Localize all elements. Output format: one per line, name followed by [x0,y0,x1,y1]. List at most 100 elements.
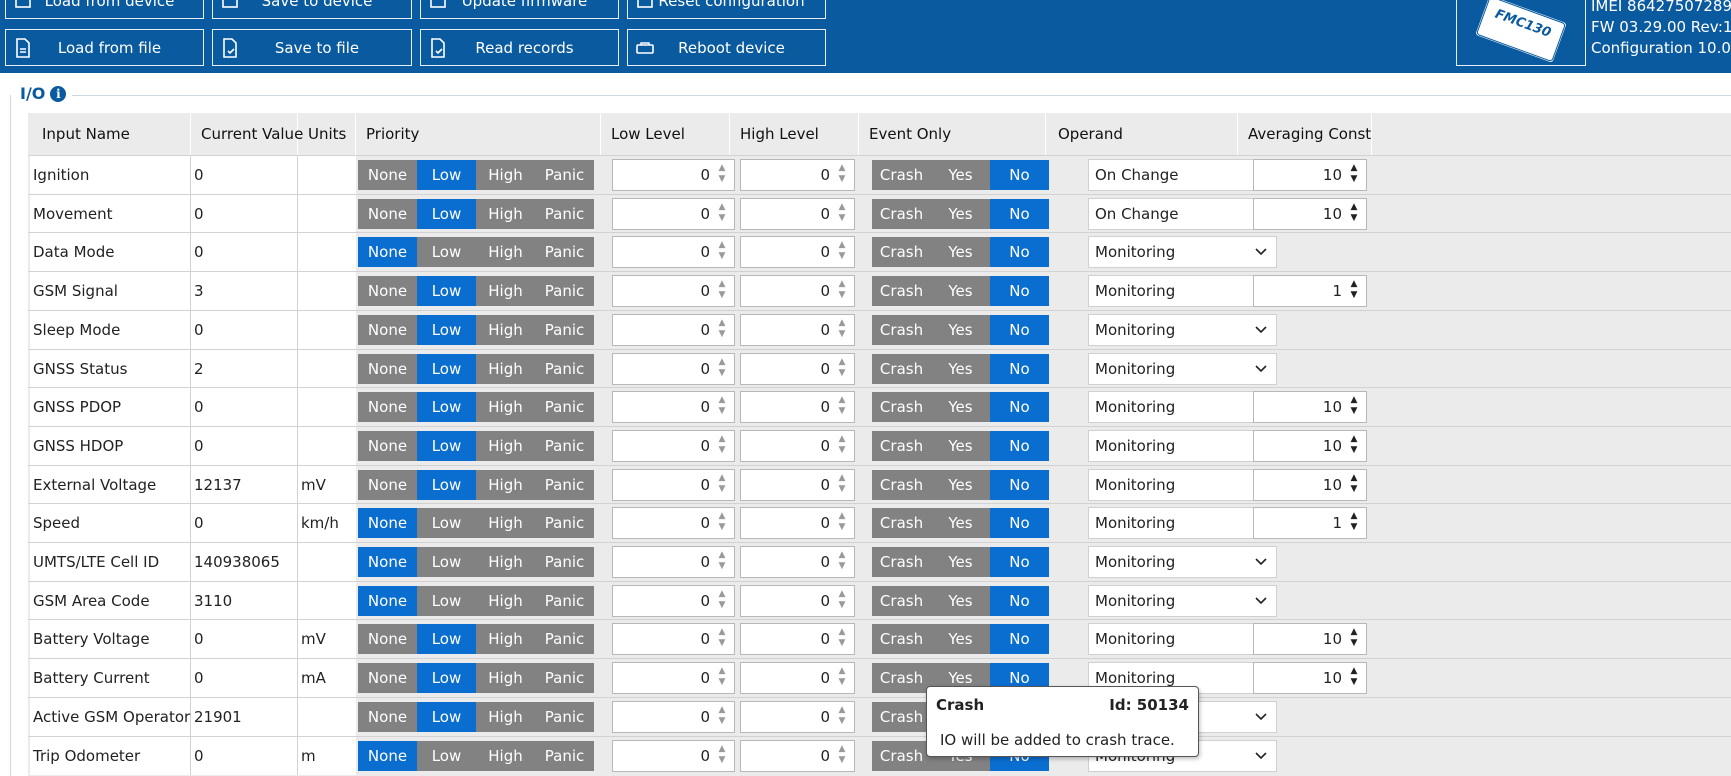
spinner-icon[interactable]: ▲ ▼ [716,357,728,381]
priority-none-button[interactable]: None [358,353,417,384]
spinner-icon[interactable]: ▲ ▼ [716,279,728,303]
event-no-button[interactable]: No [990,198,1049,229]
operand-select[interactable]: Monitoring [1088,275,1277,308]
spinner-icon[interactable]: ▲ ▼ [1348,473,1360,497]
priority-high-button[interactable]: High [476,663,535,694]
low-level-input[interactable]: 0 ▲ ▼ [612,468,735,501]
low-level-input[interactable]: 0 ▲ ▼ [612,236,735,269]
priority-panic-button[interactable]: Panic [535,430,594,461]
col-input-name[interactable]: Input Name [28,113,191,155]
spinner-icon[interactable]: ▲ ▼ [716,627,728,651]
low-level-input[interactable]: 0 ▲ ▼ [612,584,735,617]
priority-none-button[interactable]: None [358,314,417,345]
event-crash-button[interactable]: Crash [872,160,931,190]
event-crash-button[interactable]: Crash [872,314,931,345]
priority-none-button[interactable]: None [358,547,417,577]
reset-configuration-button[interactable]: Reset configuration [627,0,826,19]
priority-none-button[interactable]: None [358,585,417,616]
event-crash-button[interactable]: Crash [872,701,931,732]
low-level-input[interactable]: 0 ▲ ▼ [612,159,735,191]
spinner-icon[interactable]: ▲ ▼ [836,163,848,187]
operand-select[interactable]: Monitoring [1088,236,1277,269]
load-from-file-button[interactable]: Load from file [5,29,204,66]
spinner-icon[interactable]: ▲ ▼ [716,434,728,458]
priority-low-button[interactable]: Low [417,508,476,539]
operand-select[interactable]: On Change [1088,197,1277,230]
spinner-icon[interactable]: ▲ ▼ [836,318,848,342]
event-yes-button[interactable]: Yes [931,508,990,539]
event-no-button[interactable]: No [990,547,1049,577]
priority-none-button[interactable]: None [358,508,417,539]
priority-high-button[interactable]: High [476,701,535,732]
low-level-input[interactable]: 0 ▲ ▼ [612,662,735,695]
high-level-input[interactable]: 0 ▲ ▼ [740,584,855,617]
event-yes-button[interactable]: Yes [931,198,990,229]
event-yes-button[interactable]: Yes [931,237,990,268]
low-level-input[interactable]: 0 ▲ ▼ [612,197,735,230]
read-records-button[interactable]: Read records [420,29,619,66]
event-yes-button[interactable]: Yes [931,353,990,384]
save-to-file-button[interactable]: Save to file [212,29,412,66]
spinner-icon[interactable]: ▲ ▼ [836,240,848,264]
high-level-input[interactable]: 0 ▲ ▼ [740,391,855,424]
event-yes-button[interactable]: Yes [931,314,990,345]
priority-low-button[interactable]: Low [417,547,476,577]
priority-low-button[interactable]: Low [417,624,476,655]
load-from-device-button[interactable]: Load from device [5,0,204,19]
averaging-const-input[interactable]: 10 ▲ ▼ [1253,391,1367,424]
spinner-icon[interactable]: ▲ ▼ [836,589,848,613]
col-low-level[interactable]: Low Level [601,113,730,155]
priority-low-button[interactable]: Low [417,198,476,229]
priority-panic-button[interactable]: Panic [535,392,594,423]
event-crash-button[interactable]: Crash [872,508,931,539]
priority-high-button[interactable]: High [476,508,535,539]
averaging-const-input[interactable]: 10 ▲ ▼ [1253,197,1367,230]
priority-low-button[interactable]: Low [417,585,476,616]
operand-select[interactable]: Monitoring [1088,429,1277,462]
averaging-const-input[interactable]: 10 ▲ ▼ [1253,429,1367,462]
low-level-input[interactable]: 0 ▲ ▼ [612,623,735,656]
priority-panic-button[interactable]: Panic [535,624,594,655]
spinner-icon[interactable]: ▲ ▼ [716,240,728,264]
col-current-value[interactable]: Current Value [191,113,303,155]
spinner-icon[interactable]: ▲ ▼ [1348,395,1360,419]
spinner-icon[interactable]: ▲ ▼ [836,744,848,768]
high-level-input[interactable]: 0 ▲ ▼ [740,197,855,230]
priority-panic-button[interactable]: Panic [535,740,594,771]
high-level-input[interactable]: 0 ▲ ▼ [740,700,855,733]
event-no-button[interactable]: No [990,237,1049,268]
priority-high-button[interactable]: High [476,624,535,655]
priority-high-button[interactable]: High [476,198,535,229]
high-level-input[interactable]: 0 ▲ ▼ [740,623,855,656]
event-crash-button[interactable]: Crash [872,276,931,307]
priority-high-button[interactable]: High [476,430,535,461]
averaging-const-input[interactable]: 1 ▲ ▼ [1253,507,1367,540]
event-no-button[interactable]: No [990,585,1049,616]
priority-panic-button[interactable]: Panic [535,198,594,229]
spinner-icon[interactable]: ▲ ▼ [716,666,728,690]
event-no-button[interactable]: No [990,276,1049,307]
low-level-input[interactable]: 0 ▲ ▼ [612,429,735,462]
high-level-input[interactable]: 0 ▲ ▼ [740,159,855,191]
operand-select[interactable]: Monitoring [1088,352,1277,385]
priority-none-button[interactable]: None [358,160,417,190]
event-yes-button[interactable]: Yes [931,392,990,423]
averaging-const-input[interactable]: 10 ▲ ▼ [1253,159,1367,191]
low-level-input[interactable]: 0 ▲ ▼ [612,739,735,772]
operand-select[interactable]: Monitoring [1088,584,1277,617]
event-no-button[interactable]: No [990,353,1049,384]
high-level-input[interactable]: 0 ▲ ▼ [740,662,855,695]
spinner-icon[interactable]: ▲ ▼ [716,705,728,729]
event-crash-button[interactable]: Crash [872,469,931,500]
spinner-icon[interactable]: ▲ ▼ [1348,627,1360,651]
col-averaging-const[interactable]: Averaging Const [1238,113,1372,155]
priority-none-button[interactable]: None [358,701,417,732]
priority-low-button[interactable]: Low [417,353,476,384]
event-yes-button[interactable]: Yes [931,469,990,500]
low-level-input[interactable]: 0 ▲ ▼ [612,352,735,385]
event-yes-button[interactable]: Yes [931,430,990,461]
high-level-input[interactable]: 0 ▲ ▼ [740,275,855,308]
priority-low-button[interactable]: Low [417,160,476,190]
event-no-button[interactable]: No [990,508,1049,539]
priority-panic-button[interactable]: Panic [535,585,594,616]
